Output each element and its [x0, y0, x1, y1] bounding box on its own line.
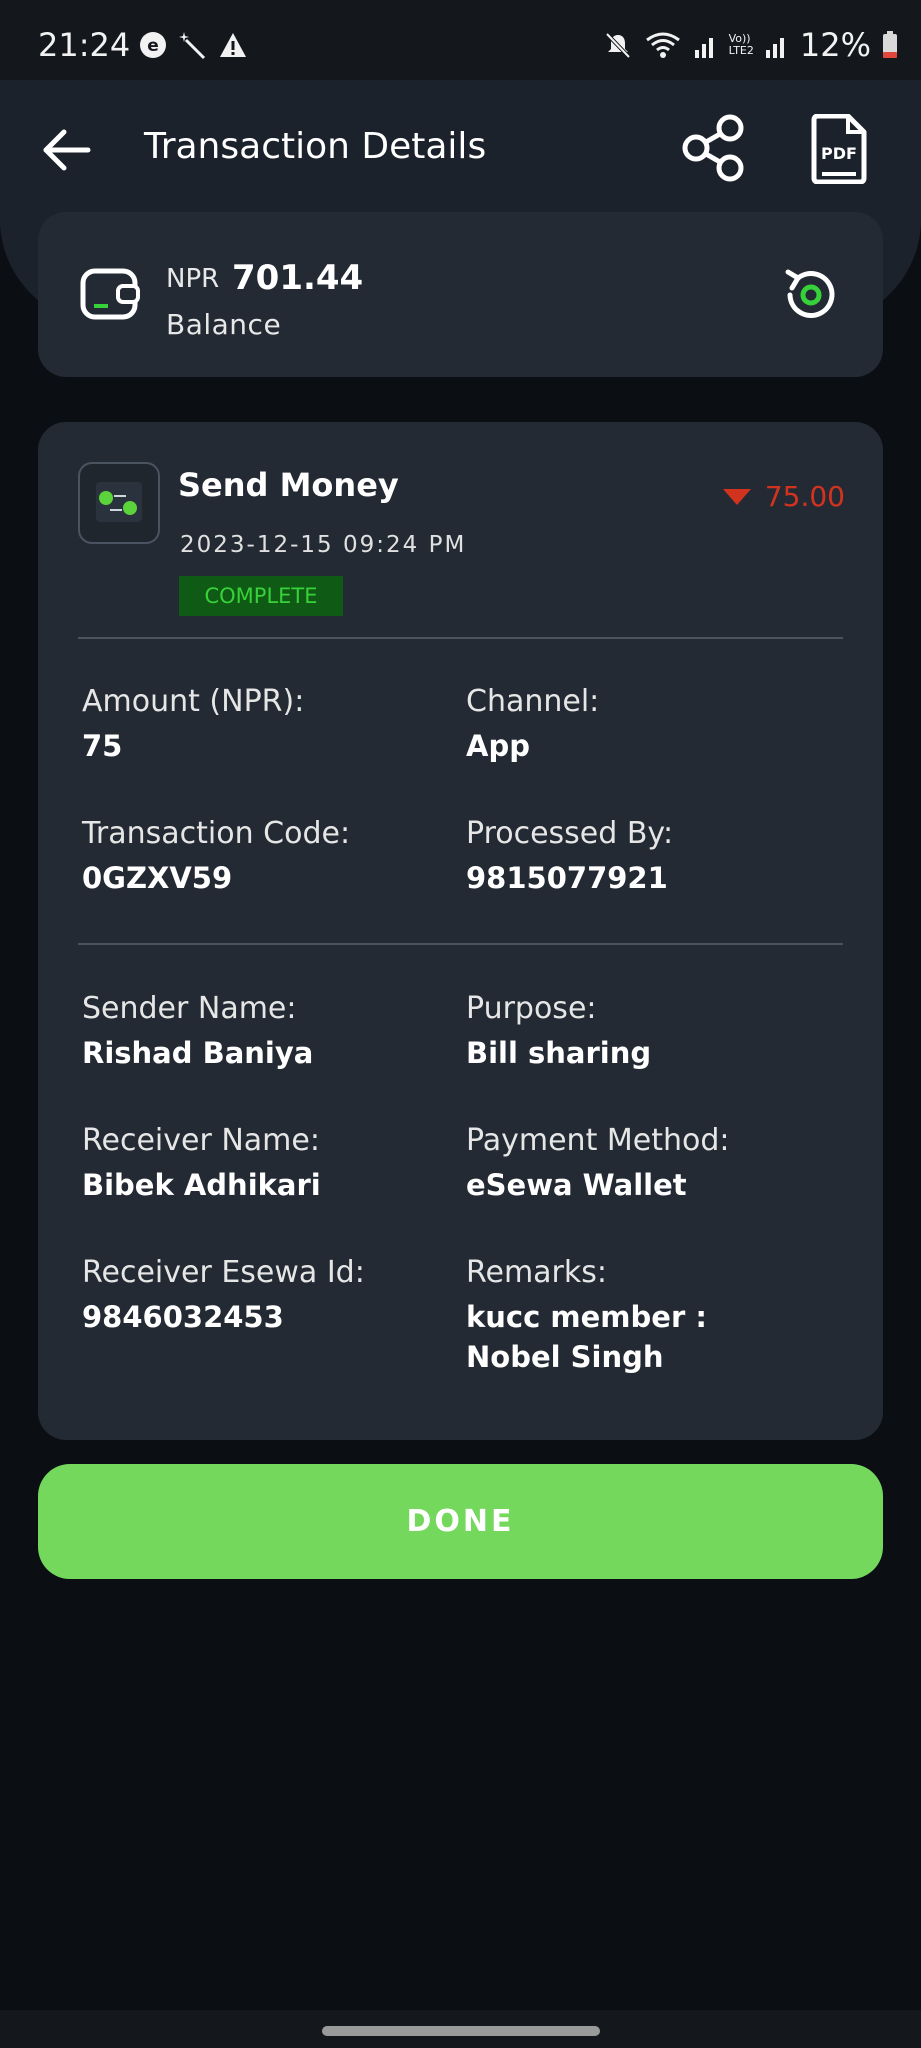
- status-badge: COMPLETE: [179, 576, 343, 616]
- detail-processed-by: Processed By: 9815077921: [466, 814, 836, 898]
- divider: [78, 943, 843, 945]
- battery-percent: 12%: [799, 26, 871, 64]
- detail-value: Bill sharing: [466, 1036, 652, 1070]
- status-right: Vo)) LTE2 12%: [603, 26, 899, 64]
- detail-value: eSewa Wallet: [466, 1168, 687, 1202]
- detail-purpose: Purpose: Bill sharing: [466, 989, 836, 1073]
- detail-label: Remarks:: [466, 1255, 608, 1290]
- volte-label-bottom: LTE2: [728, 44, 754, 57]
- battery-icon: [883, 31, 897, 58]
- detail-value: 9846032453: [82, 1300, 284, 1334]
- debit-arrow-icon: [722, 488, 751, 505]
- detail-transaction-code: Transaction Code: 0GZXV59: [82, 814, 452, 898]
- detail-amount: Amount (NPR): 75: [82, 682, 452, 766]
- share-icon[interactable]: [680, 114, 748, 182]
- detail-value: Bibek Adhikari: [82, 1168, 321, 1202]
- refresh-icon[interactable]: [780, 264, 842, 326]
- app-bar: Transaction Details PDF: [0, 100, 921, 200]
- detail-value: kucc member : Nobel Singh: [466, 1300, 707, 1374]
- detail-receiver-name: Receiver Name: Bibek Adhikari: [82, 1121, 452, 1205]
- detail-remarks: Remarks: kucc member : Nobel Singh: [466, 1253, 806, 1377]
- detail-label: Channel:: [466, 684, 600, 719]
- transaction-amount-value: 75.00: [764, 480, 845, 513]
- detail-value: 0GZXV59: [82, 861, 233, 895]
- back-arrow-icon[interactable]: [38, 122, 94, 178]
- detail-sender-name: Sender Name: Rishad Baniya: [82, 989, 452, 1073]
- send-money-icon: [96, 482, 142, 522]
- mute-icon: [605, 32, 631, 59]
- detail-channel: Channel: App: [466, 682, 836, 766]
- volte-icon: Vo)) LTE2: [729, 33, 754, 57]
- detail-value: App: [466, 729, 530, 763]
- balance-label: Balance: [166, 308, 282, 341]
- detail-label: Payment Method:: [466, 1123, 730, 1158]
- magic-wand-icon: [179, 32, 206, 60]
- transaction-amount: 75.00: [722, 480, 845, 513]
- transaction-date: 2023-12-15 09:24 PM: [180, 532, 467, 558]
- send-money-logo: [78, 462, 160, 544]
- pdf-label: PDF: [821, 144, 857, 163]
- screen: 21:24 e Vo)) LTE2 12% Transaction Detail…: [0, 0, 921, 2048]
- divider: [78, 637, 843, 639]
- balance-value: 701.44: [232, 258, 364, 298]
- detail-value: 75: [82, 729, 123, 763]
- detail-label: Sender Name:: [82, 991, 297, 1026]
- balance-currency: NPR: [166, 264, 220, 294]
- transaction-type: Send Money: [178, 466, 399, 504]
- wifi-icon: [645, 32, 680, 58]
- wallet-icon: [80, 268, 140, 320]
- detail-receiver-esewa-id: Receiver Esewa Id: 9846032453: [82, 1253, 452, 1337]
- detail-label: Purpose:: [466, 991, 597, 1026]
- transaction-details-card: Send Money 2023-12-15 09:24 PM COMPLETE …: [38, 422, 883, 1440]
- detail-label: Amount (NPR):: [82, 684, 305, 719]
- signal-icon: [694, 38, 713, 58]
- warning-icon: [220, 33, 246, 57]
- detail-label: Processed By:: [466, 816, 674, 851]
- navigation-bar: [0, 2010, 921, 2048]
- status-bar: 21:24 e Vo)) LTE2 12%: [0, 0, 921, 80]
- svg-text:e: e: [147, 36, 159, 56]
- detail-label: Receiver Esewa Id:: [82, 1255, 365, 1290]
- done-button[interactable]: DONE: [38, 1464, 883, 1579]
- status-left-icons: e: [138, 30, 248, 60]
- detail-payment-method: Payment Method: eSewa Wallet: [466, 1121, 836, 1205]
- detail-value: 9815077921: [466, 861, 668, 895]
- signal-icon: [765, 38, 784, 58]
- status-time: 21:24: [38, 26, 131, 64]
- balance-card: NPR 701.44 Balance: [38, 212, 883, 377]
- detail-label: Transaction Code:: [82, 816, 351, 851]
- page-title: Transaction Details: [144, 126, 487, 167]
- home-indicator[interactable]: [322, 2026, 600, 2036]
- detail-value: Rishad Baniya: [82, 1036, 314, 1070]
- detail-label: Receiver Name:: [82, 1123, 320, 1158]
- esewa-notification-icon: e: [140, 32, 166, 58]
- pdf-download-button[interactable]: PDF: [808, 113, 870, 185]
